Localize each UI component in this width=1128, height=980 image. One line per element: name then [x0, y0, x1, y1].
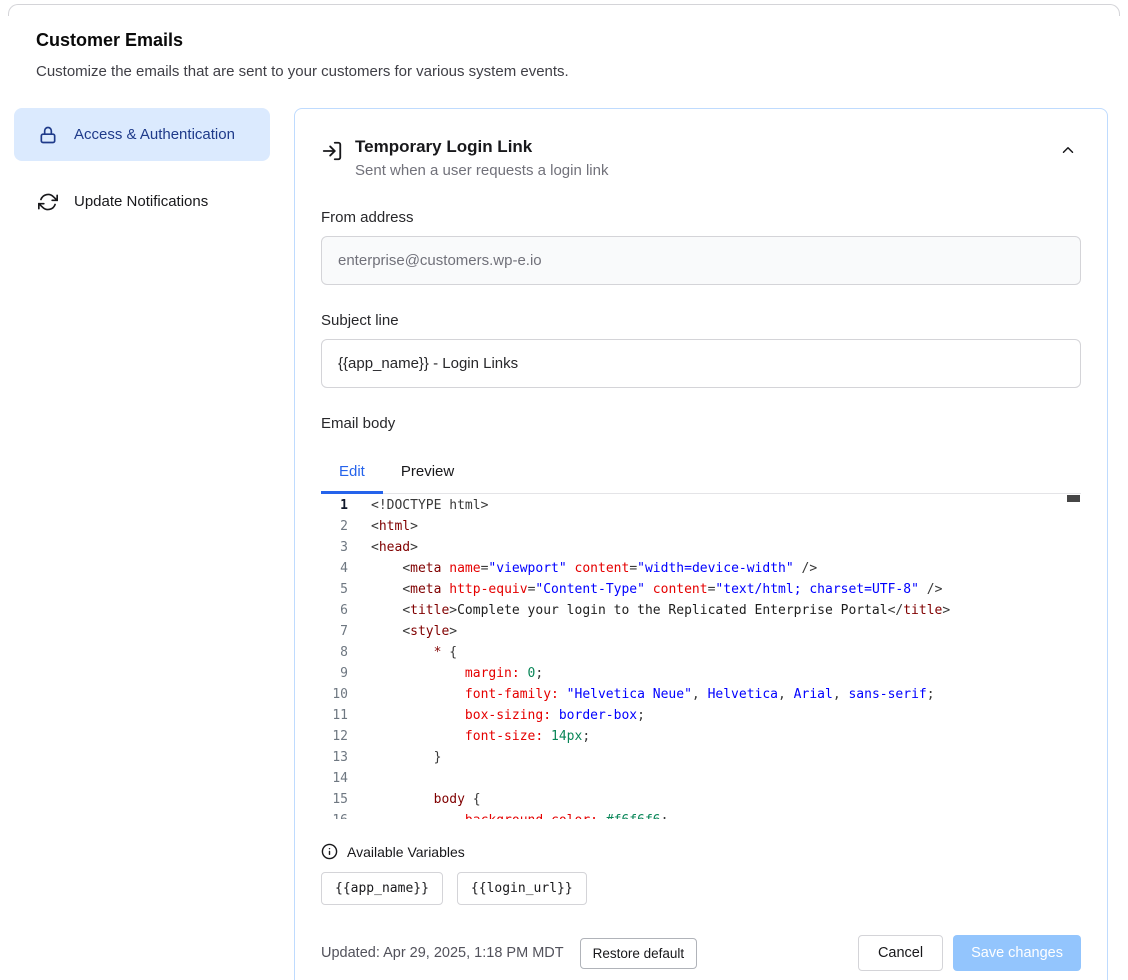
- line-number: 5: [321, 579, 348, 600]
- sidebar-item-access-authentication[interactable]: Access & Authentication: [14, 108, 270, 161]
- tab-edit[interactable]: Edit: [321, 452, 383, 493]
- code-line[interactable]: 10 font-family: "Helvetica Neue", Helvet…: [321, 684, 1081, 705]
- sidebar: Access & Authentication Update Notificat…: [14, 108, 270, 229]
- code-line[interactable]: 11 box-sizing: border-box;: [321, 705, 1081, 726]
- code-line[interactable]: 16 background-color: #f6f6f6;: [321, 810, 1081, 819]
- from-address-input[interactable]: [321, 236, 1081, 285]
- variable-chips: {{app_name}} {{login_url}}: [321, 872, 1081, 905]
- panel-header: Temporary Login Link Sent when a user re…: [321, 137, 1081, 179]
- info-icon: [321, 843, 338, 860]
- code-line[interactable]: 6 <title>Complete your login to the Repl…: [321, 600, 1081, 621]
- code-line[interactable]: 1<!DOCTYPE html>: [321, 495, 1081, 516]
- refresh-icon: [38, 192, 58, 212]
- code-line[interactable]: 13 }: [321, 747, 1081, 768]
- lock-icon: [38, 125, 58, 145]
- email-body-label: Email body: [321, 415, 1081, 432]
- subject-line-label: Subject line: [321, 312, 1081, 329]
- save-changes-button[interactable]: Save changes: [953, 935, 1081, 971]
- line-number: 12: [321, 726, 348, 747]
- login-icon: [321, 140, 343, 162]
- page-subtitle: Customize the emails that are sent to yo…: [36, 63, 1092, 80]
- code-line[interactable]: 12 font-size: 14px;: [321, 726, 1081, 747]
- chevron-up-icon: [1059, 141, 1077, 162]
- sidebar-item-update-notifications[interactable]: Update Notifications: [14, 175, 270, 228]
- line-number: 10: [321, 684, 348, 705]
- code-line[interactable]: 5 <meta http-equiv="Content-Type" conten…: [321, 579, 1081, 600]
- code-line[interactable]: 4 <meta name="viewport" content="width=d…: [321, 558, 1081, 579]
- line-number: 14: [321, 768, 348, 789]
- line-number: 9: [321, 663, 348, 684]
- line-number: 13: [321, 747, 348, 768]
- code-line[interactable]: 15 body {: [321, 789, 1081, 810]
- code-line[interactable]: 8 * {: [321, 642, 1081, 663]
- variable-chip[interactable]: {{app_name}}: [321, 872, 443, 905]
- line-number: 4: [321, 558, 348, 579]
- line-number: 11: [321, 705, 348, 726]
- updated-timestamp: Updated: Apr 29, 2025, 1:18 PM MDT: [321, 945, 564, 961]
- code-editor[interactable]: 1<!DOCTYPE html>2<html>3<head>4 <meta na…: [321, 494, 1081, 819]
- panel-subtitle: Sent when a user requests a login link: [355, 162, 608, 179]
- subject-line-input[interactable]: [321, 339, 1081, 388]
- code-editor-lines: 1<!DOCTYPE html>2<html>3<head>4 <meta na…: [321, 495, 1081, 819]
- variable-chip[interactable]: {{login_url}}: [457, 872, 587, 905]
- line-number: 8: [321, 642, 348, 663]
- content: Access & Authentication Update Notificat…: [0, 108, 1128, 980]
- line-number: 2: [321, 516, 348, 537]
- line-number: 16: [321, 810, 348, 819]
- sidebar-item-label: Access & Authentication: [74, 123, 235, 146]
- line-number: 7: [321, 621, 348, 642]
- editor-tabs: Edit Preview: [321, 452, 1081, 494]
- editor-scrollbar-thumb[interactable]: [1067, 495, 1080, 502]
- email-settings-panel: Temporary Login Link Sent when a user re…: [294, 108, 1108, 980]
- collapse-button[interactable]: [1055, 137, 1081, 166]
- code-line[interactable]: 9 margin: 0;: [321, 663, 1081, 684]
- line-number: 1: [321, 495, 348, 516]
- line-number: 6: [321, 600, 348, 621]
- code-line[interactable]: 3<head>: [321, 537, 1081, 558]
- line-number: 3: [321, 537, 348, 558]
- code-line[interactable]: 7 <style>: [321, 621, 1081, 642]
- page-title: Customer Emails: [36, 30, 1092, 51]
- panel-title: Temporary Login Link: [355, 137, 608, 157]
- line-number: 15: [321, 789, 348, 810]
- sidebar-item-label: Update Notifications: [74, 190, 208, 213]
- code-line[interactable]: 2<html>: [321, 516, 1081, 537]
- available-variables-label: Available Variables: [347, 844, 465, 860]
- code-line[interactable]: 14: [321, 768, 1081, 789]
- cancel-button[interactable]: Cancel: [858, 935, 943, 971]
- from-address-label: From address: [321, 209, 1081, 226]
- tab-preview[interactable]: Preview: [383, 452, 472, 493]
- top-container-edge: [8, 4, 1120, 16]
- page-header: Customer Emails Customize the emails tha…: [36, 30, 1092, 80]
- restore-default-button[interactable]: Restore default: [580, 938, 698, 969]
- panel-footer: Updated: Apr 29, 2025, 1:18 PM MDT Resto…: [321, 935, 1081, 971]
